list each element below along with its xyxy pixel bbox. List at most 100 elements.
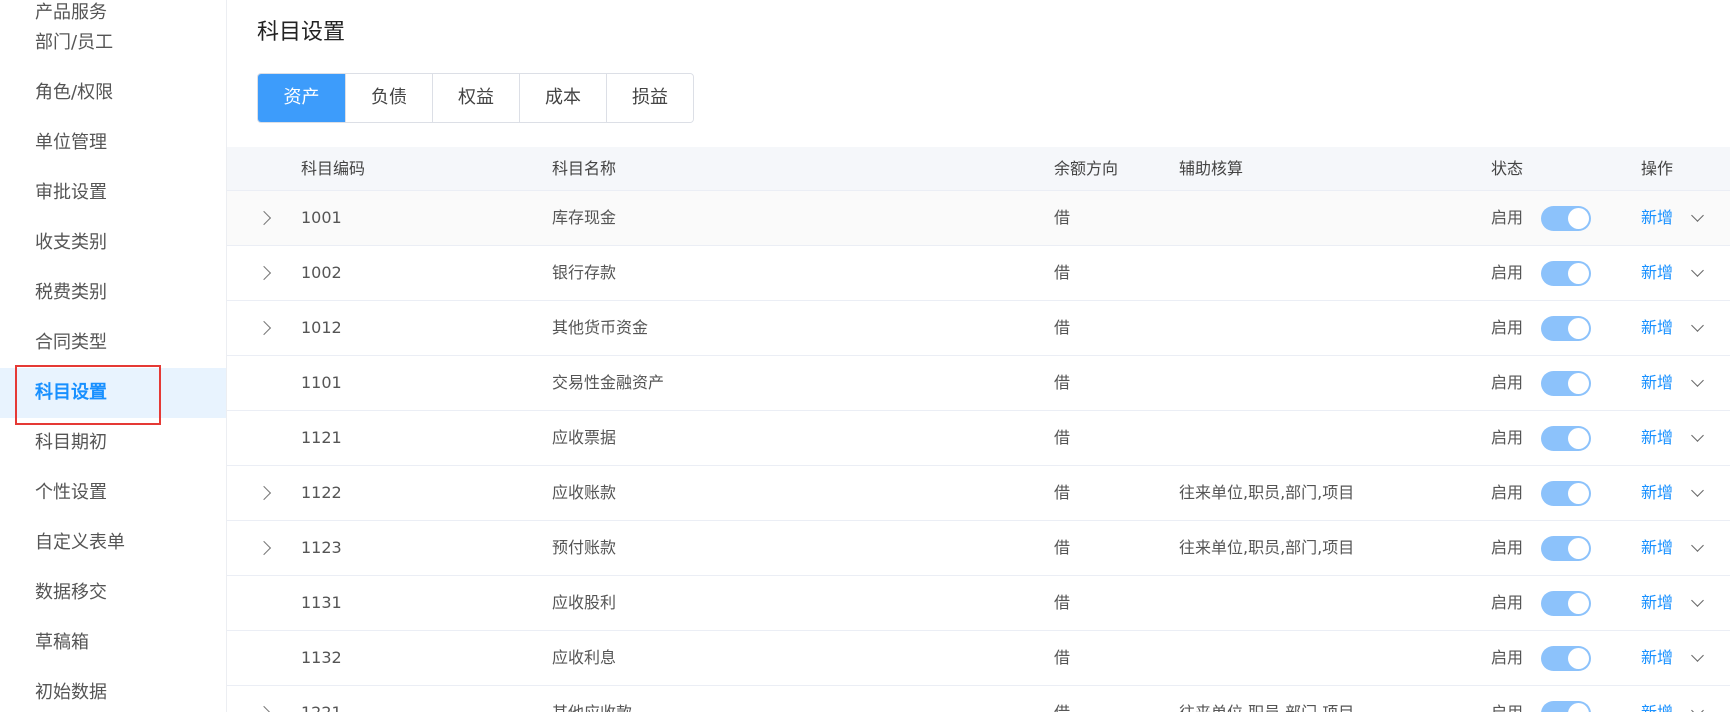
table-row[interactable]: 1002 银行存款 借 启用 新增 bbox=[227, 246, 1730, 301]
add-link[interactable]: 新增 bbox=[1641, 631, 1673, 685]
status-toggle[interactable] bbox=[1541, 371, 1591, 396]
cell-status: 启用 bbox=[1491, 538, 1524, 557]
sidebar-item-role-permission[interactable]: 角色/权限 bbox=[0, 68, 226, 118]
table-row[interactable]: 1132 应收利息 借 启用 新增 bbox=[227, 631, 1730, 686]
add-link[interactable]: 新增 bbox=[1641, 191, 1673, 245]
page-title: 科目设置 bbox=[257, 20, 346, 45]
cell-direction: 借 bbox=[1054, 373, 1071, 392]
chevron-down-icon[interactable] bbox=[1691, 594, 1704, 607]
cell-direction: 借 bbox=[1054, 686, 1070, 712]
cell-status: 启用 bbox=[1491, 373, 1524, 392]
chevron-down-icon[interactable] bbox=[1691, 484, 1704, 497]
toggle-knob bbox=[1568, 263, 1589, 284]
sidebar-item-personal-settings[interactable]: 个性设置 bbox=[0, 468, 226, 518]
cell-code: 1131 bbox=[301, 593, 342, 612]
status-toggle[interactable] bbox=[1541, 536, 1591, 561]
sidebar-item-approval-settings[interactable]: 审批设置 bbox=[0, 168, 226, 218]
add-link[interactable]: 新增 bbox=[1641, 686, 1673, 712]
add-link[interactable]: 新增 bbox=[1641, 301, 1673, 355]
sidebar-item-department-staff[interactable]: 部门/员工 bbox=[0, 18, 226, 68]
toggle-knob bbox=[1568, 428, 1589, 449]
expand-chevron-icon[interactable] bbox=[256, 265, 272, 281]
sidebar-item-account-opening[interactable]: 科目期初 bbox=[0, 418, 226, 468]
tab-assets[interactable]: 资产 bbox=[258, 74, 345, 122]
status-toggle[interactable] bbox=[1541, 426, 1591, 451]
sidebar-item-custom-form[interactable]: 自定义表单 bbox=[0, 518, 226, 568]
add-link[interactable]: 新增 bbox=[1641, 466, 1673, 520]
cell-direction: 借 bbox=[1054, 483, 1071, 502]
table-row[interactable]: 1001 库存现金 借 启用 新增 bbox=[227, 191, 1730, 246]
cell-aux: 往来单位,职员,部门,项目 bbox=[1179, 538, 1355, 557]
chevron-down-icon[interactable] bbox=[1691, 209, 1704, 222]
sidebar-item-drafts[interactable]: 草稿箱 bbox=[0, 618, 226, 668]
chevron-down-icon[interactable] bbox=[1691, 429, 1704, 442]
sidebar-item-contract-type[interactable]: 合同类型 bbox=[0, 318, 226, 368]
sidebar-item-tax-category[interactable]: 税费类别 bbox=[0, 268, 226, 318]
table-row[interactable]: 1123 预付账款 借 往来单位,职员,部门,项目 启用 新增 bbox=[227, 521, 1730, 576]
add-link[interactable]: 新增 bbox=[1641, 246, 1673, 300]
cell-direction: 借 bbox=[1054, 593, 1071, 612]
cell-code: 1001 bbox=[301, 208, 342, 227]
chevron-down-icon[interactable] bbox=[1691, 704, 1704, 712]
cell-direction: 借 bbox=[1054, 263, 1071, 282]
add-link[interactable]: 新增 bbox=[1641, 576, 1673, 630]
cell-name: 其他应收款 bbox=[552, 686, 632, 712]
expand-chevron-icon[interactable] bbox=[256, 705, 272, 712]
sidebar-item-account-settings[interactable]: 科目设置 bbox=[0, 368, 226, 418]
accounts-table: 科目编码 科目名称 余额方向 辅助核算 状态 操作 1001 库存现金借启用 新增 1… bbox=[227, 147, 1730, 712]
sidebar-item-unit-management[interactable]: 单位管理 bbox=[0, 118, 226, 168]
add-link[interactable]: 新增 bbox=[1641, 521, 1673, 575]
tab-profit-loss[interactable]: 损益 bbox=[606, 74, 693, 122]
add-link[interactable]: 新增 bbox=[1641, 356, 1673, 410]
sidebar-item-income-expense-category[interactable]: 收支类别 bbox=[0, 218, 226, 268]
cell-code: 1122 bbox=[301, 483, 342, 502]
cell-code: 1123 bbox=[301, 538, 342, 557]
table-row[interactable]: 1221 其他应收款 借 往来单位,职员,部门,项目 启用 新增 bbox=[227, 686, 1730, 712]
sidebar-item-data-handover[interactable]: 数据移交 bbox=[0, 568, 226, 618]
expand-chevron-icon[interactable] bbox=[256, 540, 272, 556]
toggle-knob bbox=[1568, 703, 1589, 712]
cell-name: 应收利息 bbox=[552, 648, 617, 667]
header-name: 科目名称 bbox=[552, 159, 617, 178]
status-toggle[interactable] bbox=[1541, 591, 1591, 616]
cell-direction: 借 bbox=[1054, 428, 1071, 447]
cell-direction: 借 bbox=[1054, 648, 1071, 667]
table-row[interactable]: 1122 应收账款 借 往来单位,职员,部门,项目 启用 新增 bbox=[227, 466, 1730, 521]
expand-chevron-icon[interactable] bbox=[256, 320, 272, 336]
header-direction: 余额方向 bbox=[1054, 159, 1119, 178]
toggle-knob bbox=[1568, 538, 1589, 559]
cell-status: 启用 bbox=[1491, 318, 1524, 337]
status-toggle[interactable] bbox=[1541, 481, 1591, 506]
cell-name: 应收账款 bbox=[552, 483, 617, 502]
sidebar-item-initial-data[interactable]: 初始数据 bbox=[0, 668, 226, 712]
expand-chevron-icon[interactable] bbox=[256, 210, 272, 226]
expand-chevron-icon[interactable] bbox=[256, 485, 272, 501]
chevron-down-icon[interactable] bbox=[1691, 649, 1704, 662]
status-toggle[interactable] bbox=[1541, 646, 1591, 671]
tab-cost[interactable]: 成本 bbox=[519, 74, 606, 122]
header-code: 科目编码 bbox=[301, 159, 366, 178]
tab-equity[interactable]: 权益 bbox=[432, 74, 519, 122]
account-type-tabs: 资产 负债 权益 成本 损益 bbox=[257, 73, 694, 123]
tab-liabilities[interactable]: 负债 bbox=[345, 74, 432, 122]
status-toggle[interactable] bbox=[1541, 316, 1591, 341]
toggle-knob bbox=[1568, 208, 1589, 229]
status-toggle[interactable] bbox=[1541, 206, 1591, 231]
cell-direction: 借 bbox=[1054, 538, 1071, 557]
table-row[interactable]: 1131 应收股利 借 启用 新增 bbox=[227, 576, 1730, 631]
status-toggle[interactable] bbox=[1541, 261, 1591, 286]
toggle-knob bbox=[1568, 483, 1589, 504]
chevron-down-icon[interactable] bbox=[1691, 264, 1704, 277]
chevron-down-icon[interactable] bbox=[1691, 374, 1704, 387]
table-row[interactable]: 1121 应收票据 借 启用 新增 bbox=[227, 411, 1730, 466]
toggle-knob bbox=[1568, 593, 1589, 614]
chevron-down-icon[interactable] bbox=[1691, 319, 1704, 332]
table-row[interactable]: 1101 交易性金融资产 借 启用 新增 bbox=[227, 356, 1730, 411]
cell-direction: 借 bbox=[1054, 318, 1071, 337]
add-link[interactable]: 新增 bbox=[1641, 411, 1673, 465]
status-toggle[interactable] bbox=[1541, 701, 1591, 712]
toggle-knob bbox=[1568, 373, 1589, 394]
table-row[interactable]: 1012 其他货币资金 借 启用 新增 bbox=[227, 301, 1730, 356]
chevron-down-icon[interactable] bbox=[1691, 539, 1704, 552]
cell-name: 应收股利 bbox=[552, 593, 617, 612]
